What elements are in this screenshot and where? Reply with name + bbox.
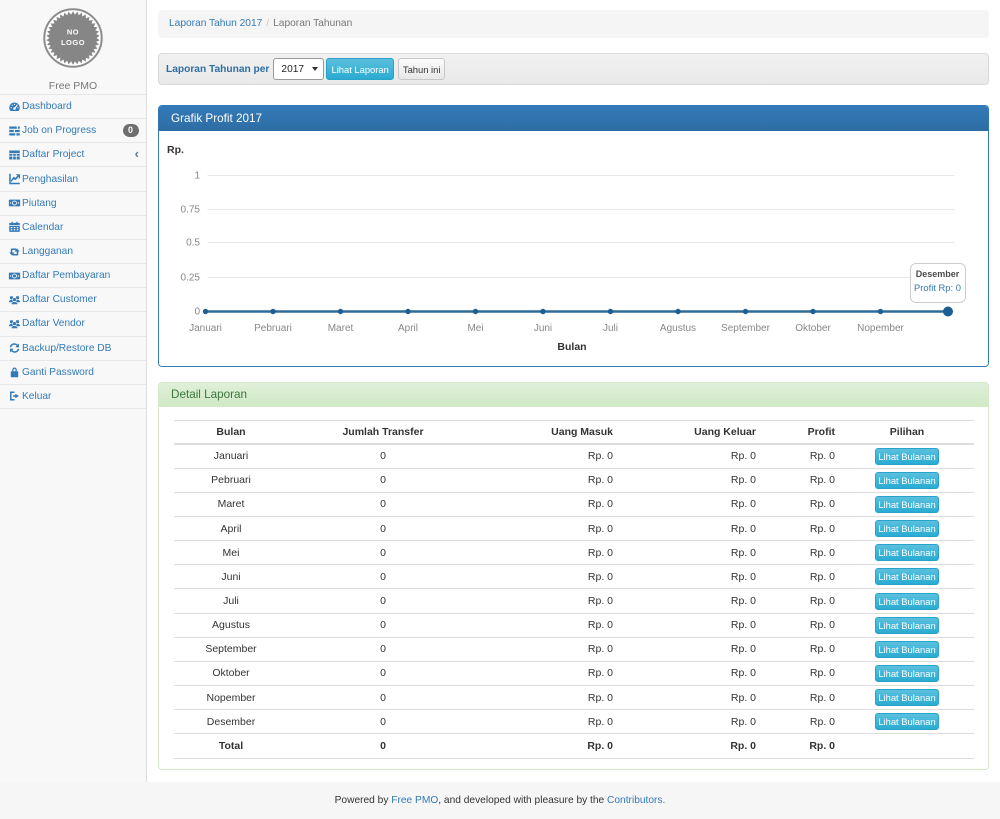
svg-text:Januari: Januari [189, 323, 222, 334]
svg-text:Rp.: Rp. [167, 144, 184, 156]
svg-text:0.5: 0.5 [186, 238, 200, 249]
svg-text:0.75: 0.75 [181, 205, 201, 216]
svg-text:Oktober: Oktober [795, 323, 831, 334]
svg-text:Maret: Maret [328, 323, 354, 334]
svg-text:0.25: 0.25 [181, 273, 201, 284]
svg-text:Nopember: Nopember [857, 323, 904, 334]
svg-text:Juni: Juni [534, 323, 552, 334]
svg-text:NO: NO [67, 28, 79, 37]
svg-text:0: 0 [194, 307, 200, 318]
svg-text:April: April [398, 323, 418, 334]
svg-text:Bulan: Bulan [557, 341, 586, 353]
svg-text:September: September [721, 323, 771, 334]
svg-text:Mei: Mei [467, 323, 483, 334]
svg-text:LOGO: LOGO [61, 38, 85, 47]
svg-text:Agustus: Agustus [660, 323, 696, 334]
svg-text:1: 1 [194, 171, 200, 182]
svg-text:Pebruari: Pebruari [254, 323, 292, 334]
svg-text:Juli: Juli [603, 323, 618, 334]
